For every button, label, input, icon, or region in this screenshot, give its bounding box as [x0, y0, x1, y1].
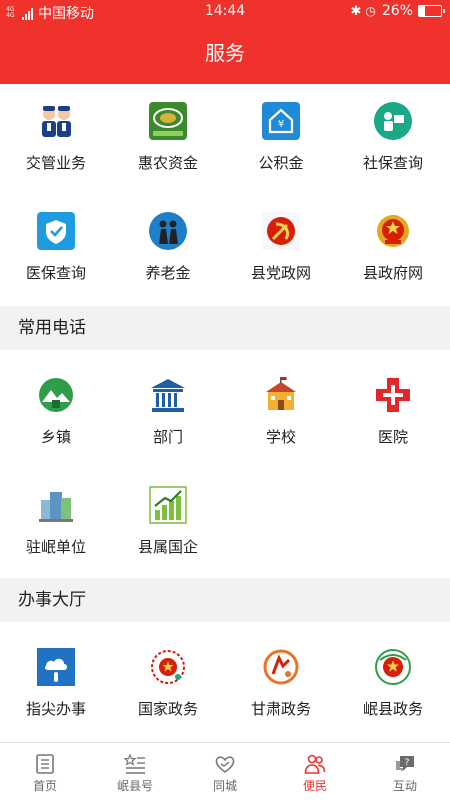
party-emblem-icon [262, 212, 300, 250]
minxian-service-icon [375, 649, 411, 685]
tab-same-city[interactable]: 同城 [180, 743, 270, 800]
service-housing-fund[interactable]: ¥ 公积金 [225, 102, 337, 182]
medical-insurance-icon [37, 212, 75, 250]
hospital-cross-icon [376, 378, 410, 412]
service-party-site[interactable]: 县党政网 [225, 212, 337, 292]
phone-label: 驻岷单位 [25, 538, 86, 556]
township-icon [39, 378, 73, 412]
bluetooth-icon: ✱ [350, 3, 362, 19]
traffic-police-icon [42, 106, 71, 137]
bottom-tab-bar: 首页 岷县号 同城 便民 ? 互动 [0, 742, 450, 800]
status-right: ✱ ◷ 26% [350, 3, 445, 19]
services-grid: 交管业务 惠农资金 ¥ 公积金 社保查询 医保查询 养老金 县党政网 县政府网 [0, 84, 450, 306]
hall-minxian[interactable]: 岷县政务 [337, 648, 449, 728]
phone-hospital[interactable]: 医院 [337, 376, 449, 456]
hall-label: 岷县政务 [362, 700, 423, 718]
service-traffic[interactable]: 交管业务 [0, 102, 112, 182]
tab-label: 岷县号 [116, 779, 153, 793]
hall-fingertip[interactable]: 指尖办事 [0, 648, 112, 728]
svg-text:?: ? [405, 758, 410, 768]
service-label: 惠农资金 [137, 154, 198, 172]
battery-percent: 26% [381, 3, 413, 19]
tab-label: 首页 [32, 779, 57, 793]
service-farm-fund[interactable]: 惠农资金 [112, 102, 224, 182]
phone-label: 部门 [152, 428, 183, 446]
farm-fund-icon [149, 102, 187, 140]
page-title: 服务 [0, 24, 450, 84]
phone-department[interactable]: 部门 [112, 376, 224, 456]
department-building-icon [151, 379, 185, 412]
cloud-hand-icon [37, 648, 75, 686]
national-service-icon [151, 650, 185, 684]
tab-minxian-account[interactable]: 岷县号 [90, 743, 180, 800]
status-bar: 4G 4G 中国移动 14:44 ✱ ◷ 26% [0, 0, 450, 24]
service-social-security[interactable]: 社保查询 [337, 102, 449, 182]
phone-stationed-units[interactable]: 驻岷单位 [0, 486, 112, 566]
hall-label: 国家政务 [137, 700, 198, 718]
service-label: 公积金 [258, 154, 304, 172]
tab-home[interactable]: 首页 [0, 743, 90, 800]
battery-icon [418, 5, 445, 17]
service-gov-site[interactable]: 县政府网 [337, 212, 449, 292]
chat-question-icon: ? [396, 756, 414, 772]
gansu-service-icon [263, 649, 299, 685]
tab-label: 同城 [212, 779, 237, 793]
phone-township[interactable]: 乡镇 [0, 376, 112, 456]
star-list-icon [124, 753, 145, 774]
home-icon [36, 754, 54, 774]
phone-state-enterprises[interactable]: 县属国企 [112, 486, 224, 566]
service-label: 养老金 [145, 264, 191, 282]
tab-label: 互动 [392, 779, 417, 793]
phone-school[interactable]: 学校 [225, 376, 337, 456]
phone-label: 学校 [265, 428, 296, 446]
growth-chart-icon [149, 486, 187, 524]
service-label: 医保查询 [25, 264, 86, 282]
phone-label: 乡镇 [40, 428, 71, 446]
tab-label: 便民 [302, 779, 327, 793]
school-icon [266, 377, 296, 410]
phone-label: 县属国企 [137, 538, 198, 556]
hall-label: 指尖办事 [25, 700, 86, 718]
service-label: 县政府网 [362, 264, 423, 282]
people-icon [304, 754, 326, 774]
section-title-service-hall: 办事大厅 [0, 578, 450, 622]
hall-gansu[interactable]: 甘肃政务 [225, 648, 337, 728]
pension-icon [149, 212, 187, 250]
social-security-icon [374, 102, 412, 140]
svg-text:¥: ¥ [278, 119, 284, 130]
hall-national[interactable]: 国家政务 [112, 648, 224, 728]
phone-label: 医院 [377, 428, 408, 446]
service-label: 社保查询 [362, 154, 423, 172]
section-title-phones: 常用电话 [0, 306, 450, 350]
housing-fund-icon: ¥ [262, 102, 300, 140]
service-label: 交管业务 [25, 154, 86, 172]
handshake-icon [215, 756, 235, 773]
service-medical-insurance[interactable]: 医保查询 [0, 212, 112, 292]
national-emblem-icon [377, 215, 409, 247]
tab-convenience[interactable]: 便民 [270, 743, 360, 800]
service-pension[interactable]: 养老金 [112, 212, 224, 292]
phones-grid: 乡镇 部门 学校 医院 驻岷单位 县属国企 [0, 350, 450, 576]
office-buildings-icon [39, 492, 73, 522]
service-hall-grid: 指尖办事 国家政务 甘肃政务 岷县政务 [0, 622, 450, 742]
alarm-icon: ◷ [365, 4, 376, 18]
hall-label: 甘肃政务 [250, 700, 311, 718]
service-label: 县党政网 [250, 264, 311, 282]
tab-interaction[interactable]: ? 互动 [360, 743, 450, 800]
